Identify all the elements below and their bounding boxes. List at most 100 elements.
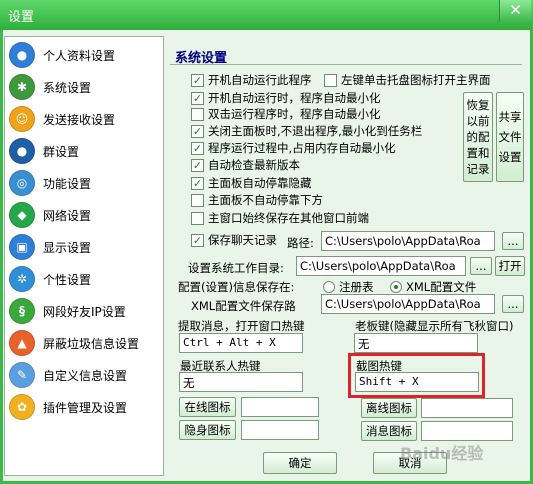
- share-files-button[interactable]: 共享文件设置: [496, 92, 524, 182]
- radio-xml[interactable]: XML配置文件: [390, 279, 476, 295]
- watermark: Baidu经验: [400, 444, 484, 463]
- spam-block-icon: ▲: [9, 330, 35, 356]
- sidebar-item-label: 功能设置: [43, 176, 92, 191]
- checkbox-box: ✓: [191, 141, 204, 155]
- checkbox-label: 主窗口始终保存在其他窗口前端: [208, 211, 369, 225]
- screenshot-hotkey-highlight: [348, 353, 485, 398]
- checkbox-close-to-tray[interactable]: ✓ 关闭主面板时,不退出程序,最小化到任务栏: [191, 123, 422, 139]
- sidebar-item-label: 群设置: [43, 144, 80, 159]
- checkbox-label: 开机自动运行此程序: [208, 73, 312, 87]
- system-icon: ✱: [9, 74, 35, 100]
- custom-info-icon: ✎: [9, 362, 35, 388]
- sidebar-item-group[interactable]: ● 群设置: [9, 136, 161, 166]
- checkbox-label: 关闭主面板时,不退出程序,最小化到任务栏: [208, 124, 423, 138]
- sidebar-item-display[interactable]: ▣ 显示设置: [9, 232, 161, 262]
- checkbox-box: [324, 73, 337, 87]
- checkbox-check-update[interactable]: ✓ 自动检查最新版本: [191, 157, 300, 173]
- sidebar-item-system[interactable]: ✱ 系统设置: [9, 72, 161, 102]
- checkbox-autostart-minimize[interactable]: ✓ 开机自动运行时，程序自动最小化: [191, 90, 381, 106]
- checkbox-dblclick-minimize[interactable]: 双击运行程序时，程序自动最小化: [191, 106, 381, 122]
- hidden-icon-field[interactable]: [241, 420, 319, 440]
- ip-friends-icon: §: [9, 298, 35, 324]
- group-icon: ●: [9, 138, 35, 164]
- network-icon: ◆: [9, 202, 35, 228]
- section-divider: [170, 64, 522, 65]
- sidebar-item-send-receive[interactable]: ☺ 发送接收设置: [9, 104, 161, 134]
- checkbox-label: 双击运行程序时，程序自动最小化: [208, 107, 381, 121]
- checkbox-label: 主面板不自动停靠下方: [208, 193, 323, 207]
- title-bar: 设置 ✕: [0, 0, 533, 30]
- checkbox-box: ✓: [191, 124, 204, 138]
- checkbox-auto-dock-hide[interactable]: ✓ 主面板自动停靠隐藏: [191, 175, 312, 191]
- checkbox-box: ✓: [191, 73, 204, 87]
- plugins-icon: ✿: [9, 394, 35, 420]
- radio-dot-selected: [390, 281, 402, 293]
- message-icon-field[interactable]: [421, 421, 513, 441]
- sidebar-item-label: 系统设置: [43, 80, 92, 95]
- sidebar-item-label: 显示设置: [43, 240, 92, 255]
- config-location-label: 配置(设置)信息保存在:: [178, 280, 295, 294]
- open-workdir-button[interactable]: 打开: [495, 256, 525, 276]
- checkbox-box: [191, 193, 204, 207]
- xml-path-input[interactable]: C:\Users\polo\AppData\Roa: [321, 294, 495, 314]
- checkbox-box: ✓: [191, 91, 204, 105]
- hotkey-boss-input[interactable]: 无: [354, 333, 478, 353]
- radio-registry[interactable]: 注册表: [323, 279, 374, 295]
- sidebar-item-label: 网络设置: [43, 208, 92, 223]
- checkbox-save-chat[interactable]: ✓ 保存聊天记录: [191, 232, 277, 248]
- sidebar-item-profile[interactable]: ● 个人资料设置: [9, 40, 161, 70]
- sidebar-item-function[interactable]: ◎ 功能设置: [9, 168, 161, 198]
- function-icon: ◎: [9, 170, 35, 196]
- offline-icon-button[interactable]: 离线图标: [361, 398, 417, 418]
- share-files-label: 共享文件设置: [498, 110, 522, 164]
- sidebar-item-plugins[interactable]: ✿ 插件管理及设置: [9, 392, 161, 422]
- display-icon: ▣: [9, 234, 35, 260]
- restore-config-label: 恢复以前的配置和记录: [466, 98, 490, 176]
- chat-path-input[interactable]: C:\Users\polo\AppData\Roa: [321, 231, 495, 251]
- checkbox-label: 保存聊天记录: [208, 233, 277, 247]
- sidebar-item-spam-block[interactable]: ▲ 屏蔽垃圾信息设置: [9, 328, 161, 358]
- sidebar-item-network[interactable]: ◆ 网络设置: [9, 200, 161, 230]
- sidebar-item-custom-info[interactable]: ✎ 自定义信息设置: [9, 360, 161, 390]
- radio-label: 注册表: [339, 280, 374, 294]
- sidebar-item-label: 屏蔽垃圾信息设置: [43, 336, 140, 351]
- checkbox-label: 左键单击托盘图标打开主界面: [341, 73, 491, 87]
- checkbox-box: [191, 107, 204, 121]
- checkbox-left-click-tray[interactable]: 左键单击托盘图标打开主界面: [324, 72, 491, 88]
- hotkey-fetch-input[interactable]: Ctrl + Alt + X: [179, 333, 303, 353]
- xml-path-label: XML配置文件保存路: [191, 299, 296, 313]
- chat-path-browse-button[interactable]: ...: [502, 232, 524, 250]
- offline-icon-field[interactable]: [421, 398, 513, 418]
- checkbox-label: 自动检查最新版本: [208, 158, 300, 172]
- send-receive-icon: ☺: [9, 106, 35, 132]
- radio-dot: [323, 281, 335, 293]
- hidden-icon-button[interactable]: 隐身图标: [179, 420, 236, 440]
- settings-sidebar: ● 个人资料设置 ✱ 系统设置 ☺ 发送接收设置 ● 群设置 ◎ 功能设置 ◆ 网络设置 ▣…: [4, 36, 164, 476]
- checkbox-box: [191, 211, 204, 225]
- message-icon-button[interactable]: 消息图标: [361, 421, 417, 441]
- checkbox-always-on-top[interactable]: 主窗口始终保存在其他窗口前端: [191, 210, 369, 226]
- xml-path-browse-button[interactable]: ...: [502, 295, 524, 313]
- close-icon: ✕: [509, 1, 522, 19]
- profile-icon: ●: [9, 42, 35, 68]
- online-icon-field[interactable]: [241, 397, 319, 417]
- hotkey-recent-input[interactable]: 无: [179, 372, 303, 392]
- checkbox-box: ✓: [191, 233, 204, 247]
- hotkey-boss-label: 老板键(隐藏显示所有飞秋窗口): [355, 319, 514, 333]
- workdir-browse-button[interactable]: ...: [470, 257, 492, 275]
- checkbox-memory-minimize[interactable]: ✓ 程序运行过程中,占用内存自动最小化: [191, 140, 396, 156]
- checkbox-no-dock-bottom[interactable]: 主面板不自动停靠下方: [191, 192, 323, 208]
- radio-label: XML配置文件: [406, 280, 477, 294]
- checkbox-box: ✓: [191, 158, 204, 172]
- path-label: 路径:: [287, 236, 314, 250]
- close-button[interactable]: ✕: [499, 0, 531, 22]
- sidebar-item-personal[interactable]: ✲ 个性设置: [9, 264, 161, 294]
- sidebar-item-ip-friends[interactable]: § 网段好友IP设置: [9, 296, 161, 326]
- restore-config-button[interactable]: 恢复以前的配置和记录: [463, 92, 493, 182]
- workdir-input[interactable]: C:\Users\polo\AppData\Roa: [296, 256, 466, 276]
- online-icon-button[interactable]: 在线图标: [179, 397, 236, 417]
- checkbox-autostart[interactable]: ✓ 开机自动运行此程序: [191, 72, 312, 88]
- ok-button[interactable]: 确定: [263, 452, 337, 474]
- sidebar-item-label: 网段好友IP设置: [43, 304, 126, 319]
- sidebar-item-label: 个性设置: [43, 272, 92, 287]
